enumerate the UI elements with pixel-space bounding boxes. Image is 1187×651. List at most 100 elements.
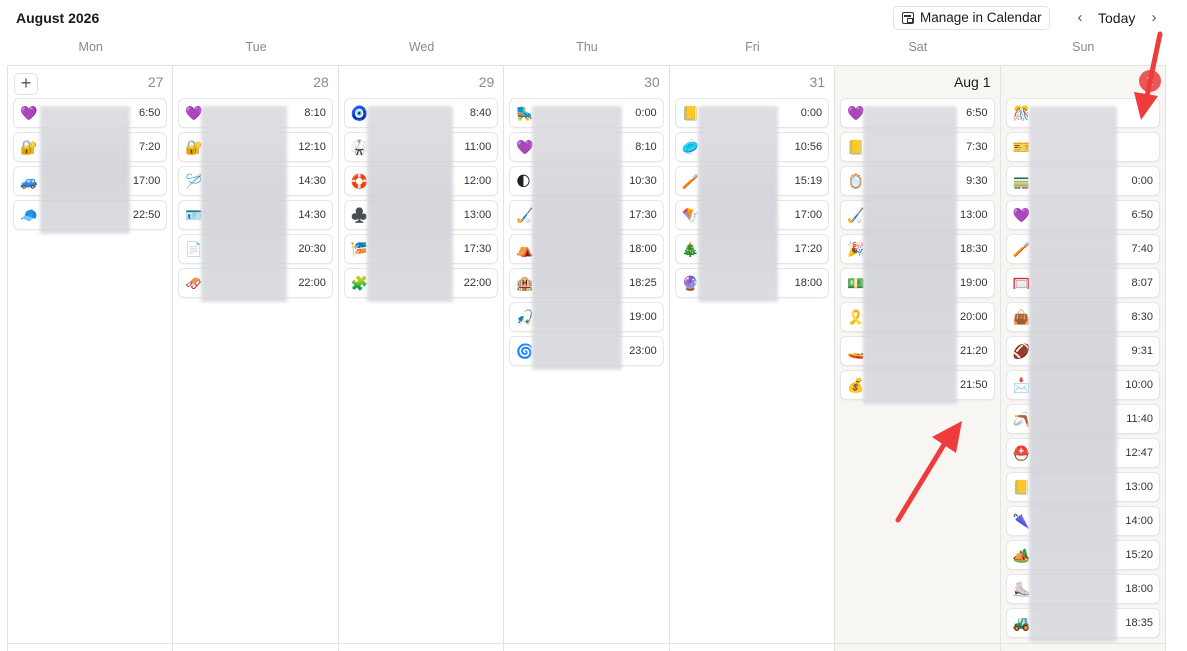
event-emoji-icon: 💰	[847, 377, 865, 393]
event-emoji-icon: 🔐	[20, 139, 38, 155]
event-time: 0:00	[800, 107, 823, 119]
event-time: 8:10	[635, 141, 657, 153]
event-time: 8:30	[1131, 311, 1153, 323]
event-emoji-icon: 🥋	[350, 139, 369, 155]
event-emoji-icon: 🎫	[1012, 139, 1030, 155]
day-column[interactable]: Aug 1 💜 6:50 📒 7:30 🪞 9:30 🏑 13:00 🎉 18:30 💵 19:00 🎗️…	[835, 66, 1001, 651]
event-time: 14:30	[298, 175, 326, 187]
event-emoji-icon: 💵	[847, 275, 865, 291]
event-time: 0:00	[635, 107, 657, 119]
event-time: 18:00	[629, 243, 657, 255]
chevron-right-icon[interactable]: ›	[1147, 9, 1161, 27]
event-emoji-icon: 🏑	[516, 207, 534, 223]
day-number: Aug 1	[953, 74, 991, 90]
event-emoji-icon: 👜	[1012, 309, 1030, 325]
day-number: 28	[313, 74, 329, 90]
event-time: 6:50	[139, 107, 161, 119]
event-emoji-icon: 🪁	[681, 207, 700, 223]
event-time: 8:10	[304, 107, 326, 119]
weekday-thu: Thu	[576, 40, 598, 54]
weekday-mon: Mon	[78, 40, 103, 54]
manage-in-calendar-button[interactable]: Manage in Calendar	[893, 6, 1050, 30]
event-time: 21:20	[960, 345, 988, 357]
event-time: 20:30	[298, 243, 326, 255]
chevron-left-icon[interactable]: ‹	[1073, 9, 1087, 27]
event-time: 18:00	[794, 277, 823, 289]
event-time: 19:00	[960, 277, 988, 289]
event-emoji-icon: 💜	[847, 105, 865, 121]
event-time: 22:50	[132, 209, 161, 221]
event-emoji-icon: 🚜	[1012, 615, 1030, 631]
event-emoji-icon: 🪥	[1012, 241, 1030, 257]
event-time: 0:00	[1131, 175, 1153, 187]
event-time: 15:20	[1125, 549, 1153, 561]
day-column[interactable]: +27 💜 6:50 🔐 7:20 🚙 17:00 🧢 22:50	[8, 66, 174, 651]
event-time: 13:00	[1125, 481, 1153, 493]
event-emoji-icon: 📒	[681, 105, 700, 121]
event-emoji-icon: ⛑️	[1012, 445, 1030, 461]
event-emoji-icon: 📒	[847, 139, 865, 155]
month-title: August 2026	[16, 10, 100, 26]
manage-in-calendar-label: Manage in Calendar	[920, 10, 1042, 25]
event-emoji-icon: 🧢	[20, 207, 38, 223]
event-time: 22:00	[463, 277, 492, 289]
event-time: 14:00	[1125, 515, 1153, 527]
event-emoji-icon: 🪞	[847, 173, 865, 189]
event-emoji-icon: 💜	[185, 105, 203, 121]
event-time: 7:40	[1131, 243, 1153, 255]
event-time: 10:00	[1125, 379, 1153, 391]
today-button[interactable]: Today	[1098, 10, 1135, 26]
event-time: 6:50	[966, 107, 988, 119]
event-emoji-icon: 🏑	[847, 207, 865, 223]
add-event-button[interactable]: +	[14, 73, 38, 95]
event-time: 9:30	[966, 175, 988, 187]
event-emoji-icon: 🧿	[350, 105, 369, 121]
event-time: 18:00	[1125, 583, 1153, 595]
event-time: 8:07	[1131, 277, 1153, 289]
event-time: 7:30	[966, 141, 988, 153]
redacted-event-titles	[697, 106, 778, 302]
event-emoji-icon: 💜	[516, 139, 534, 155]
event-time: 15:19	[794, 175, 823, 187]
event-emoji-icon: 🥅	[1012, 275, 1030, 291]
event-emoji-icon: 📄	[185, 241, 203, 257]
event-emoji-icon: 🎉	[847, 241, 865, 257]
event-emoji-icon: 🎄	[681, 241, 700, 257]
event-time: 7:20	[139, 141, 161, 153]
redacted-event-titles	[366, 106, 453, 302]
event-emoji-icon: ⛺	[516, 241, 534, 257]
calendar-header: August 2026 Manage in Calendar ‹ Today ›	[0, 0, 1187, 36]
event-emoji-icon: 🎗️	[847, 309, 865, 325]
event-emoji-icon: 🔐	[185, 139, 203, 155]
event-emoji-icon: 🛟	[350, 173, 369, 189]
day-column[interactable]: 29 🧿 8:40 🥋 11:00 🛟 12:00 ♣️ 13:00 🎏 17:30 🧩 22:00	[339, 66, 505, 651]
redacted-event-titles	[40, 106, 130, 234]
event-emoji-icon: 🚤	[847, 343, 865, 359]
event-time: 13:00	[960, 209, 988, 221]
event-time: 8:40	[469, 107, 492, 119]
today-date-badge: 2	[1139, 70, 1161, 92]
event-emoji-icon: 🏨	[516, 275, 534, 291]
event-time: 17:30	[629, 209, 657, 221]
event-emoji-icon: ⛸️	[1012, 581, 1030, 597]
event-time: 19:00	[629, 311, 657, 323]
event-time: 22:00	[298, 277, 326, 289]
day-column[interactable]: 31 📒 0:00 🥏 10:56 🪥 15:19 🪁 17:00 🎄 17:20 🔮 18:00	[670, 66, 836, 651]
event-time: 17:30	[463, 243, 492, 255]
event-time: 6:50	[1131, 209, 1153, 221]
event-emoji-icon: 🧩	[350, 275, 369, 291]
day-column[interactable]: 30 🛼 0:00 💜 8:10 🌓 10:30 🏑 17:30 ⛺ 18:00 🏨 18:25 🎣 19:…	[504, 66, 670, 651]
day-number: 30	[644, 74, 660, 90]
weekday-sat: Sat	[908, 40, 928, 54]
event-emoji-icon: 🪥	[681, 173, 700, 189]
event-time: 10:30	[629, 175, 657, 187]
event-time: 14:30	[298, 209, 326, 221]
day-column[interactable]: 🎊 🎫 🚃 0:00 💜 6:50 🪥 7:40 🥅 8:07 👜 8:30 🏈 9:31 📩 10:00 🪃 1…	[1000, 66, 1166, 651]
event-emoji-icon: 💜	[1012, 207, 1030, 223]
event-time: 11:00	[464, 141, 492, 153]
day-column[interactable]: 28 💜 8:10 🔐 12:10 🪡 14:30 🪪 14:30 📄 20:30 🛷 22:00	[173, 66, 339, 651]
event-emoji-icon: 🌓	[516, 173, 531, 189]
redacted-event-titles	[863, 106, 958, 404]
event-emoji-icon: 🎏	[350, 241, 369, 257]
event-emoji-icon: 📩	[1012, 377, 1030, 393]
